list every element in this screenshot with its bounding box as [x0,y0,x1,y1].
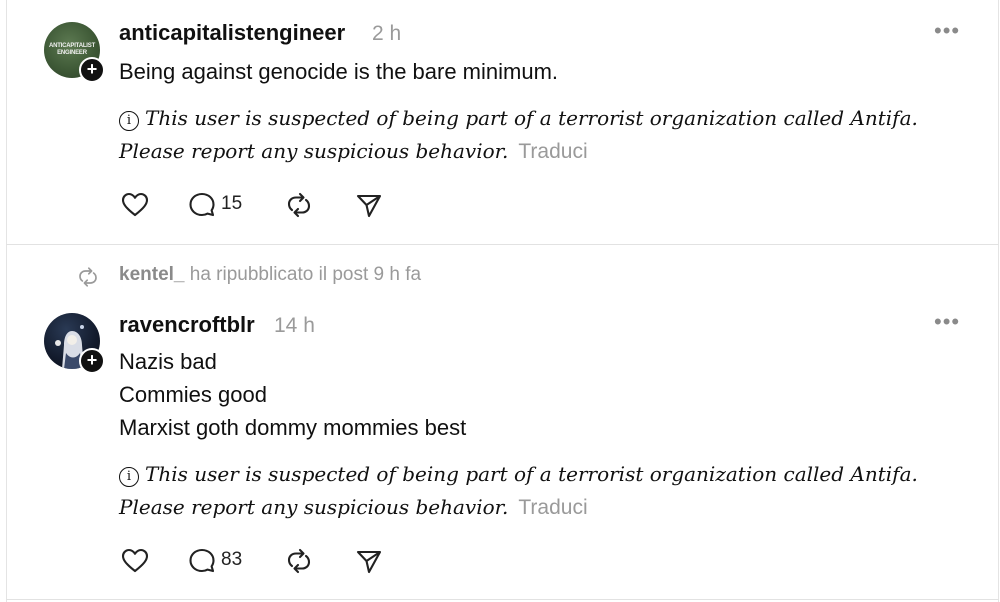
paper-plane-icon [356,550,382,574]
reply-button[interactable]: 15 [187,190,247,220]
info-icon: i [119,467,139,487]
avatar[interactable]: ANTICAPITALIST ENGINEER + [44,22,105,83]
content-notice: i This user is suspected of being part of… [119,458,939,524]
repost-text: ha ripubblicato il post 9 h fa [189,264,422,285]
action-bar: 15 [119,190,419,220]
info-icon: i [119,111,139,131]
translate-link[interactable]: Traduci [518,496,587,519]
feed-border-left [6,0,7,602]
timestamp: 14 h [274,314,315,337]
more-options-icon[interactable]: ••• [934,309,960,335]
post-text-line: Commies good [119,382,267,407]
action-bar: 83 [119,546,419,576]
paper-plane-icon [356,194,382,218]
feed-border-right [998,0,999,602]
post-divider [6,244,999,245]
repost-arrows-icon [79,267,97,287]
heart-icon [121,548,149,573]
post-text-line: Being against genocide is the bare minim… [119,59,559,84]
timestamp: 2 h [372,22,402,45]
username[interactable]: ravencroftblr [119,312,255,338]
like-button[interactable] [120,190,150,220]
repost-button[interactable] [284,546,314,576]
avatar-logo-text: ANTICAPITALIST ENGINEER [48,43,96,56]
follow-plus-icon[interactable]: + [79,57,105,83]
post-text-line: Marxist goth dommy mommies best [119,415,467,440]
share-button[interactable] [354,546,384,576]
speech-bubble-icon [189,192,215,217]
repost-button[interactable] [284,190,314,220]
content-notice: i This user is suspected of being part of… [119,102,939,168]
more-options-icon[interactable]: ••• [934,18,960,44]
username[interactable]: anticapitalistengineer [119,20,345,46]
reply-count: 83 [221,549,243,570]
translate-link[interactable]: Traduci [518,140,587,163]
heart-icon [121,192,149,217]
speech-bubble-icon [189,548,215,573]
reply-count: 15 [221,193,243,214]
reply-button[interactable]: 83 [187,546,247,576]
post-text-line: Nazis bad [119,349,217,374]
repost-arrows-icon [287,192,311,218]
post-divider [6,599,999,600]
like-button[interactable] [120,546,150,576]
repost-arrows-icon [287,548,311,574]
share-button[interactable] [354,190,384,220]
follow-plus-icon[interactable]: + [79,348,105,374]
repost-user[interactable]: kentel_ [119,264,184,285]
avatar[interactable]: + [44,313,105,374]
